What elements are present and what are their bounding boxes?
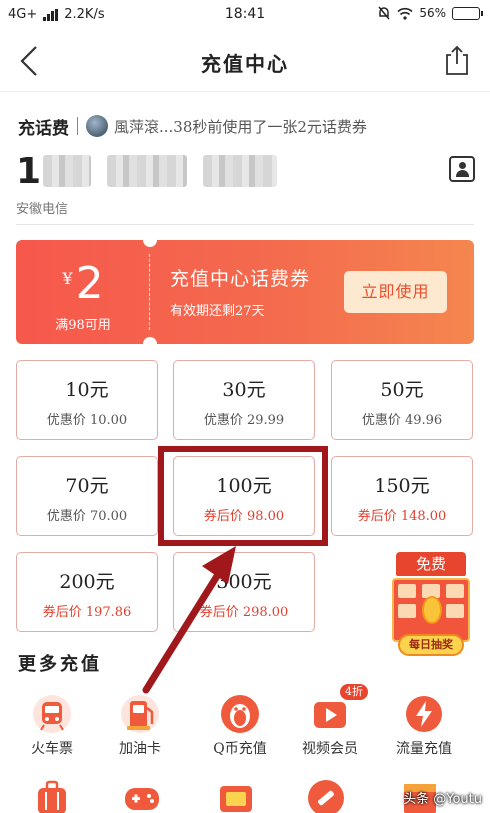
gas-pump-icon: [121, 695, 159, 733]
train-icon: [33, 695, 71, 733]
screen: 4G+ 2.2K/s 18:41 56% 充值中心 充话费 風萍滾...38秒前…: [0, 0, 490, 813]
option-value: 30元: [222, 379, 266, 401]
activity-feed: 風萍滾...38秒前使用了一张2元话费券: [114, 117, 367, 136]
page-title: 充值中心: [201, 52, 289, 76]
recharge-label: 充话费: [18, 118, 69, 139]
service-label: 流量充值: [396, 741, 452, 757]
prize-grid-icon: [392, 578, 470, 642]
use-now-button[interactable]: 立即使用: [344, 271, 447, 313]
qq-penguin-icon: [221, 695, 259, 733]
option-price: 优惠价 49.96: [361, 413, 443, 428]
video-play-icon: [314, 702, 346, 728]
divider: [16, 224, 474, 225]
recharge-header: 充话费 風萍滾...38秒前使用了一张2元话费券: [18, 112, 478, 140]
phone-number-redacted: [43, 155, 92, 187]
share-icon[interactable]: [442, 44, 472, 76]
option-price: 券后价 98.00: [203, 509, 285, 524]
status-bar: 4G+ 2.2K/s 18:41 56%: [0, 0, 490, 30]
wifi-icon: [397, 7, 413, 20]
currency-symbol: ¥: [62, 269, 73, 288]
recharge-option-70[interactable]: 70元 优惠价 70.00: [16, 456, 158, 536]
option-value: 50元: [380, 379, 424, 401]
recharge-option-100[interactable]: 100元 券后价 98.00: [173, 456, 315, 536]
pen-icon[interactable]: [306, 778, 346, 813]
battery-percent: 56%: [419, 6, 446, 20]
watermark: 头条 @Youtu: [403, 792, 482, 807]
contact-book-icon[interactable]: [449, 156, 475, 182]
option-price: 券后价 197.86: [42, 605, 132, 620]
coupon-validity: 有效期还剩27天: [170, 304, 265, 319]
option-value: 10元: [65, 379, 109, 401]
recharge-option-300[interactable]: 300元 券后价 298.00: [173, 552, 315, 632]
option-price: 券后价 148.00: [357, 509, 447, 524]
coupon-banner: ¥2 满98可用 充值中心话费券 有效期还剩27天 立即使用: [16, 240, 474, 344]
service-label: 加油卡: [119, 741, 161, 757]
coin-icon: [422, 596, 442, 624]
battery-icon: [452, 6, 483, 20]
daily-lucky-draw[interactable]: 免费 每日抽奖: [388, 552, 474, 664]
option-value: 70元: [65, 475, 109, 497]
phone-number-field[interactable]: 1: [16, 148, 278, 194]
discount-badge: 4折: [340, 684, 368, 700]
coupon-amount: ¥2: [16, 258, 150, 309]
option-value: 300元: [216, 571, 272, 593]
service-q-coin[interactable]: Q币充值: [200, 694, 280, 764]
service-fuel-card[interactable]: 加油卡: [100, 694, 180, 764]
option-value: 150元: [374, 475, 430, 497]
carrier-label: 安徽电信: [16, 202, 69, 217]
service-train-ticket[interactable]: 火车票: [12, 694, 92, 764]
coupon-title: 充值中心话费券: [170, 268, 311, 290]
suitcase-icon[interactable]: [32, 778, 72, 813]
avatar: [86, 115, 108, 137]
coupon-condition: 满98可用: [55, 318, 111, 333]
coupon-notch: [143, 240, 157, 247]
service-data-topup[interactable]: 流量充值: [384, 694, 464, 764]
recharge-option-150[interactable]: 150元 券后价 148.00: [331, 456, 473, 536]
section-title: 更多充值: [18, 654, 102, 675]
recharge-option-10[interactable]: 10元 优惠价 10.00: [16, 360, 158, 440]
service-label: Q币充值: [213, 741, 267, 757]
option-price: 优惠价 29.99: [203, 413, 285, 428]
lucky-draw-label: 每日抽奖: [398, 634, 464, 656]
phone-number-visible: 1: [16, 150, 42, 192]
nav-bar: 充值中心: [0, 30, 490, 92]
coupon-value: 2: [75, 258, 104, 309]
service-video-vip[interactable]: 4折 视频会员: [290, 684, 370, 764]
recharge-option-200[interactable]: 200元 券后价 197.86: [16, 552, 158, 632]
recharge-option-50[interactable]: 50元 优惠价 49.96: [331, 360, 473, 440]
option-price: 券后价 298.00: [199, 605, 289, 620]
option-value: 200元: [59, 571, 115, 593]
option-value: 100元: [216, 475, 272, 497]
coupon-notch: [143, 337, 157, 344]
recharge-option-30[interactable]: 30元 优惠价 29.99: [173, 360, 315, 440]
lightning-icon: [406, 696, 442, 732]
gamepad-icon[interactable]: [122, 778, 162, 813]
phone-number-redacted: [203, 155, 278, 187]
option-price: 优惠价 70.00: [46, 509, 128, 524]
divider: [77, 117, 78, 135]
tv-icon[interactable]: [216, 778, 256, 813]
service-label: 火车票: [31, 741, 73, 757]
free-ribbon: 免费: [396, 552, 466, 576]
status-right: 56%: [377, 6, 483, 20]
phone-number-redacted: [107, 155, 188, 187]
mute-bell-icon: [378, 6, 390, 20]
service-label: 视频会员: [302, 741, 358, 757]
option-price: 优惠价 10.00: [46, 413, 128, 428]
